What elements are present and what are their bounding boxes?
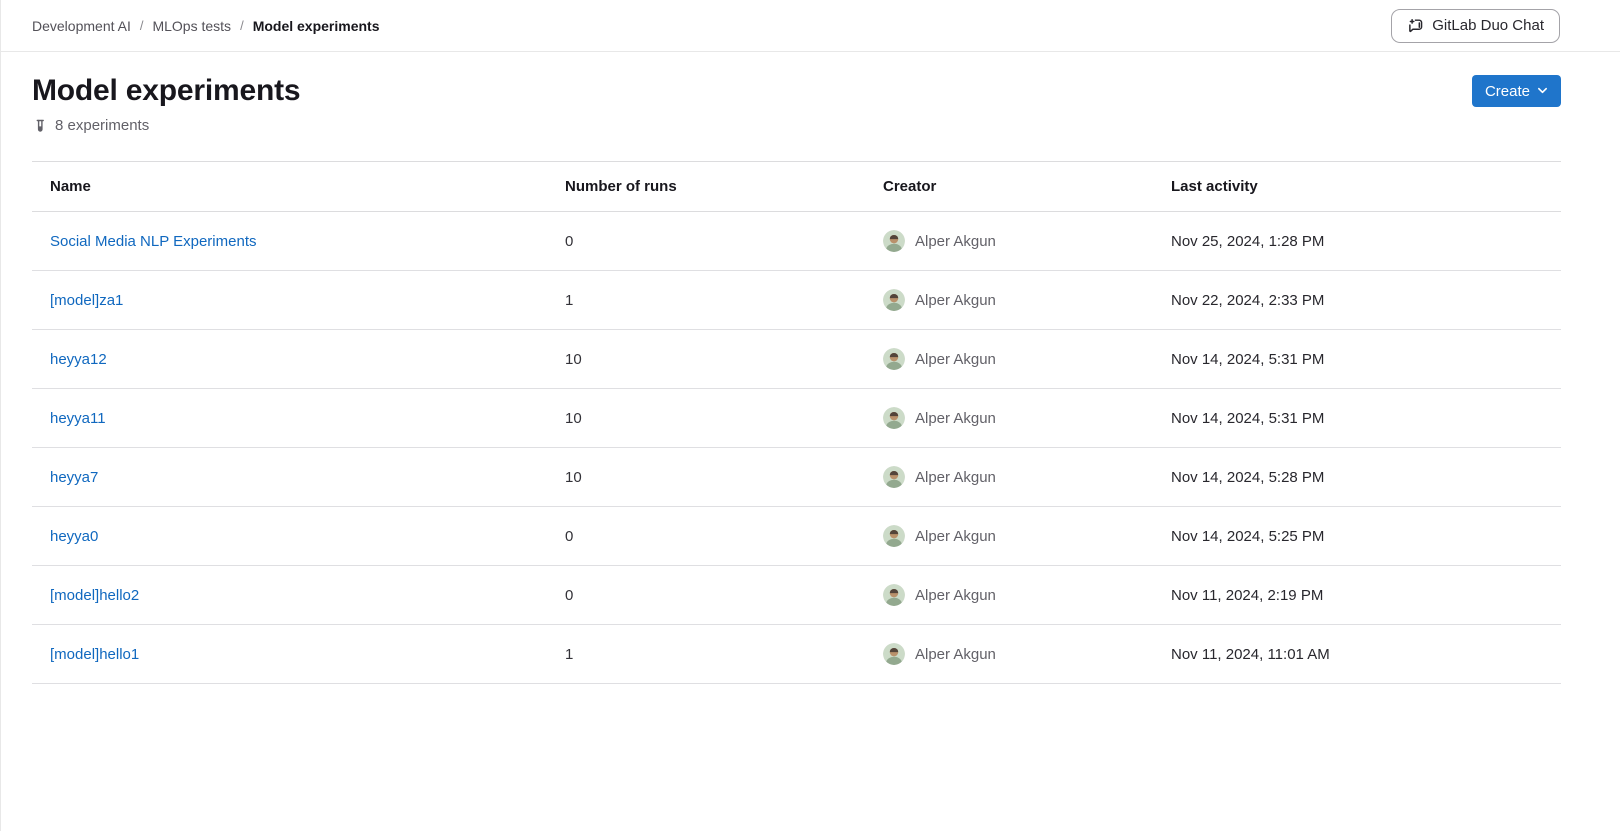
table-row: [model]hello2 0 Alper Akgun	[32, 566, 1561, 625]
gitlab-duo-chat-button[interactable]: GitLab Duo Chat	[1391, 9, 1560, 43]
column-header-runs: Number of runs	[547, 162, 865, 212]
avatar	[883, 230, 905, 252]
last-activity: Nov 14, 2024, 5:31 PM	[1153, 389, 1561, 448]
breadcrumb: Development AI / MLOps tests / Model exp…	[32, 18, 380, 34]
table-row: [model]hello1 1 Alper Akgun	[32, 625, 1561, 684]
experiment-name-link[interactable]: [model]hello1	[50, 646, 139, 663]
experiment-name-link[interactable]: heyya0	[50, 528, 98, 545]
last-activity: Nov 14, 2024, 5:28 PM	[1153, 448, 1561, 507]
creator-name: Alper Akgun	[915, 587, 996, 604]
experiments-count: 8 experiments	[32, 117, 1561, 134]
experiment-name-link[interactable]: heyya7	[50, 469, 98, 486]
experiments-table-body: Social Media NLP Experiments 0 A	[32, 212, 1561, 684]
breadcrumb-item-group[interactable]: Development AI	[32, 18, 131, 34]
test-tube-icon	[32, 118, 48, 134]
last-activity: Nov 22, 2024, 2:33 PM	[1153, 271, 1561, 330]
table-row: heyya0 0 Alper Akgun	[32, 507, 1561, 566]
last-activity: Nov 11, 2024, 11:01 AM	[1153, 625, 1561, 684]
avatar	[883, 348, 905, 370]
creator-name: Alper Akgun	[915, 646, 996, 663]
experiments-count-label: 8 experiments	[55, 117, 149, 134]
experiment-name-link[interactable]: Social Media NLP Experiments	[50, 233, 256, 250]
last-activity: Nov 14, 2024, 5:31 PM	[1153, 330, 1561, 389]
avatar	[883, 289, 905, 311]
last-activity: Nov 25, 2024, 1:28 PM	[1153, 212, 1561, 271]
creator-name: Alper Akgun	[915, 351, 996, 368]
experiments-table: Name Number of runs Creator Last activit…	[32, 161, 1561, 684]
last-activity: Nov 14, 2024, 5:25 PM	[1153, 507, 1561, 566]
table-row: heyya7 10 Alper Akgun	[32, 448, 1561, 507]
page-title: Model experiments	[32, 74, 300, 108]
column-header-last-activity: Last activity	[1153, 162, 1561, 212]
experiment-name-link[interactable]: [model]hello2	[50, 587, 139, 604]
last-activity: Nov 11, 2024, 2:19 PM	[1153, 566, 1561, 625]
column-header-name: Name	[32, 162, 547, 212]
run-count: 10	[547, 389, 865, 448]
avatar	[883, 584, 905, 606]
duo-chat-label: GitLab Duo Chat	[1432, 17, 1544, 34]
create-button-label: Create	[1485, 83, 1530, 100]
table-row: [model]za1 1 Alper Akgun	[32, 271, 1561, 330]
breadcrumb-item-current: Model experiments	[253, 18, 380, 34]
create-button[interactable]: Create	[1472, 75, 1561, 107]
run-count: 10	[547, 448, 865, 507]
column-header-creator: Creator	[865, 162, 1153, 212]
run-count: 0	[547, 212, 865, 271]
pane-divider	[0, 0, 1, 831]
table-row: heyya11 10 Alper Akgun	[32, 389, 1561, 448]
experiment-name-link[interactable]: heyya11	[50, 410, 106, 427]
run-count: 10	[547, 330, 865, 389]
table-header-row: Name Number of runs Creator Last activit…	[32, 162, 1561, 212]
experiment-name-link[interactable]: heyya12	[50, 351, 107, 368]
table-row: Social Media NLP Experiments 0 A	[32, 212, 1561, 271]
avatar	[883, 466, 905, 488]
run-count: 1	[547, 625, 865, 684]
breadcrumb-item-project[interactable]: MLOps tests	[152, 18, 231, 34]
avatar	[883, 525, 905, 547]
topbar: Development AI / MLOps tests / Model exp…	[0, 0, 1620, 52]
breadcrumb-separator: /	[131, 18, 153, 33]
run-count: 0	[547, 507, 865, 566]
creator-name: Alper Akgun	[915, 469, 996, 486]
avatar	[883, 643, 905, 665]
run-count: 0	[547, 566, 865, 625]
creator-name: Alper Akgun	[915, 528, 996, 545]
breadcrumb-separator: /	[231, 18, 253, 33]
table-row: heyya12 10 Alper Akgun	[32, 330, 1561, 389]
chevron-down-icon	[1537, 83, 1548, 100]
creator-name: Alper Akgun	[915, 233, 996, 250]
run-count: 1	[547, 271, 865, 330]
creator-name: Alper Akgun	[915, 410, 996, 427]
creator-name: Alper Akgun	[915, 292, 996, 309]
experiment-name-link[interactable]: [model]za1	[50, 292, 123, 309]
main-content: Model experiments Create 8 experiments	[0, 74, 1620, 684]
avatar	[883, 407, 905, 429]
duo-chat-icon	[1407, 17, 1424, 34]
